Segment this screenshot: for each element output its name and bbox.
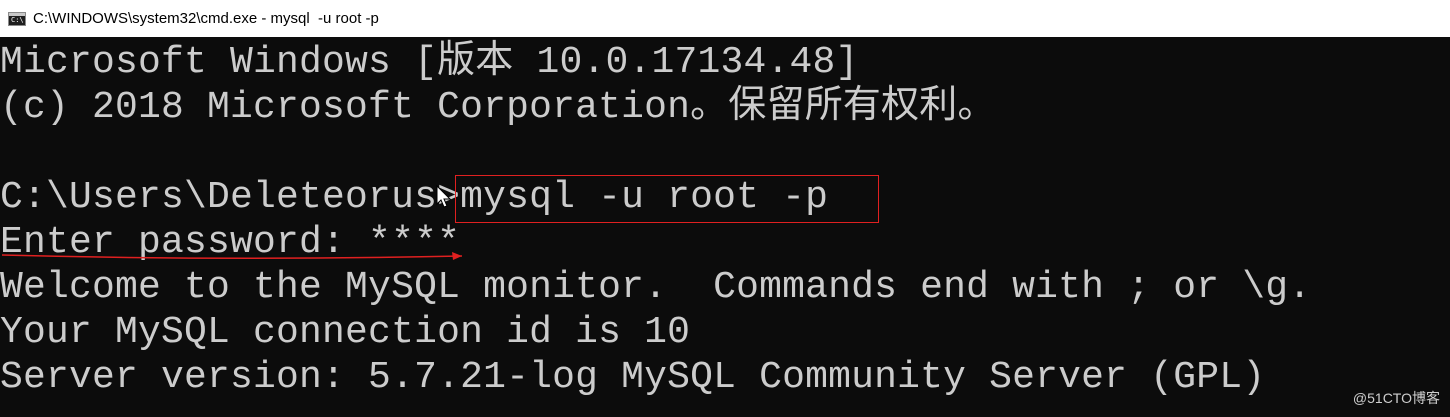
cmd-icon-glyph: C:\	[11, 15, 24, 24]
cmd-window: C:\ C:\WINDOWS\system32\cmd.exe - mysql …	[0, 0, 1450, 417]
console-line-server-version: Server version: 5.7.21-log MySQL Communi…	[0, 356, 1266, 399]
watermark: @51CTO博客	[1352, 390, 1440, 406]
password-underline-arrow	[1, 252, 463, 260]
console-line-connection-id: Your MySQL connection id is 10	[0, 311, 691, 354]
console-line-welcome: Welcome to the MySQL monitor. Commands e…	[0, 266, 1312, 309]
console-line-copyright: (c) 2018 Microsoft Corporation。保留所有权利。	[0, 86, 996, 129]
console-line-version: Microsoft Windows [版本 10.0.17134.48]	[0, 41, 859, 84]
window-title: C:\WINDOWS\system32\cmd.exe - mysql -u r…	[33, 10, 379, 27]
mouse-pointer-icon	[436, 185, 452, 208]
console-output[interactable]: Microsoft Windows [版本 10.0.17134.48] (c)…	[0, 37, 1450, 417]
cmd-icon: C:\	[8, 11, 26, 26]
title-bar[interactable]: C:\ C:\WINDOWS\system32\cmd.exe - mysql …	[0, 0, 1450, 37]
command-highlight-box	[455, 175, 879, 223]
